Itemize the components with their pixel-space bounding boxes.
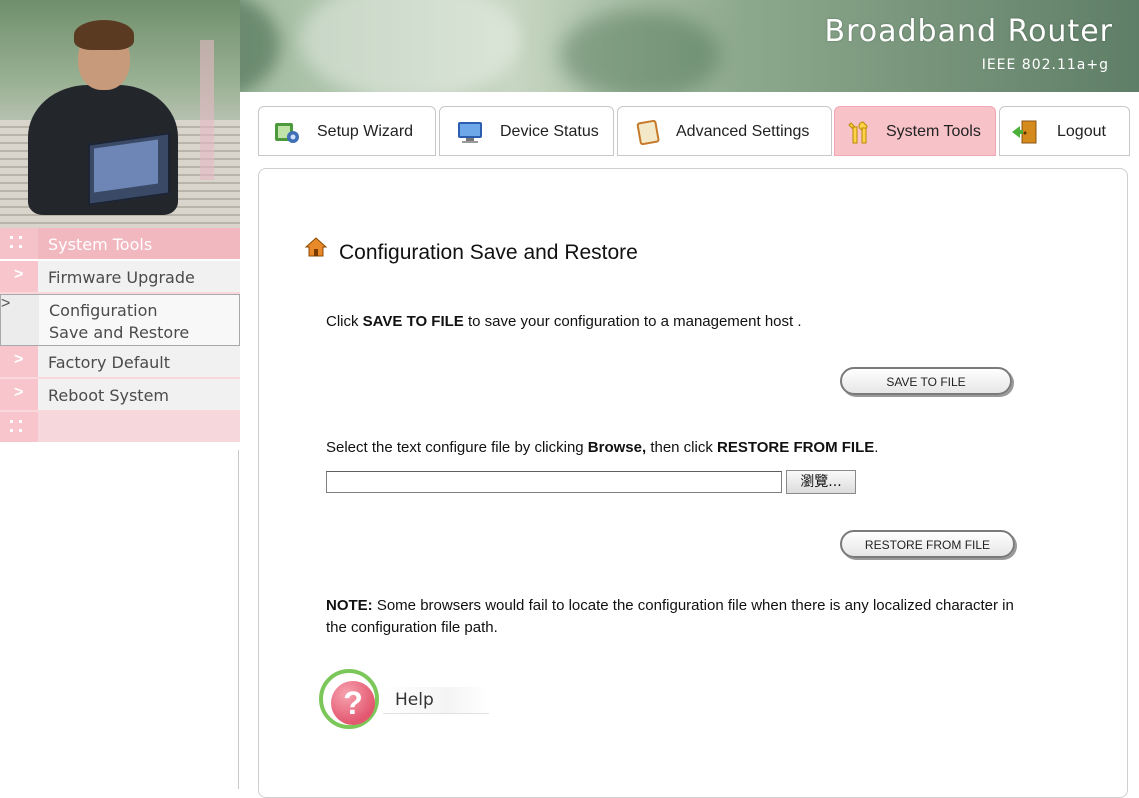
- note-text: NOTE: Some browsers would fail to locate…: [326, 595, 1016, 639]
- dots-icon: [10, 420, 26, 434]
- save-instruction-bold: SAVE TO FILE: [362, 313, 464, 330]
- sidebar-item-reboot-system[interactable]: > Reboot System: [0, 379, 240, 412]
- question-mark-icon: ?: [343, 685, 363, 721]
- tools-icon: [848, 121, 868, 144]
- tab-logout[interactable]: Logout: [999, 106, 1130, 156]
- photo-laptop-screen: [94, 139, 158, 193]
- sidebar-section-header: System Tools: [0, 228, 240, 261]
- restore-instruction-pre: Select the text configure file by clicki…: [326, 439, 588, 456]
- page-title: Configuration Save and Restore: [339, 241, 638, 264]
- tab-label: Logout: [1057, 123, 1106, 140]
- sidebar-marker: [0, 228, 38, 259]
- door-exit-icon: [1012, 120, 1037, 144]
- help-button[interactable]: ? Help: [319, 669, 489, 735]
- save-instruction-post: to save your configuration to a manageme…: [463, 313, 802, 330]
- help-label: Help: [395, 690, 434, 710]
- config-file-input[interactable]: [326, 471, 782, 493]
- monitor-icon: [458, 122, 482, 143]
- sidebar-footer: [0, 412, 240, 444]
- sidebar-item-label-line1: Configuration: [49, 301, 158, 320]
- sidebar-section-title: System Tools: [48, 235, 153, 254]
- save-instruction: Click SAVE TO FILE to save your configur…: [326, 313, 802, 330]
- banner-decoration: [560, 10, 720, 92]
- chevron-right-icon: >: [1, 295, 11, 312]
- chevron-right-icon: >: [14, 266, 24, 283]
- note-body: Some browsers would fail to locate the c…: [326, 597, 1014, 636]
- restore-instruction-bold-browse: Browse,: [587, 439, 647, 456]
- restore-instruction-post: .: [874, 439, 879, 456]
- restore-instruction-bold-restore: RESTORE FROM FILE: [717, 439, 875, 456]
- note-label: NOTE:: [326, 597, 373, 614]
- main-tabs: Setup Wizard Device Status Advanced Sett…: [258, 106, 1130, 158]
- sidebar-item-firmware-upgrade[interactable]: > Firmware Upgrade: [0, 261, 240, 294]
- chevron-right-icon: >: [14, 351, 24, 368]
- tab-device-status[interactable]: Device Status: [439, 106, 614, 156]
- sidebar-item-label-line2: Save and Restore: [49, 323, 190, 342]
- sidebar-divider: [238, 450, 239, 789]
- sidebar-marker: >: [1, 295, 39, 345]
- tab-system-tools[interactable]: System Tools: [834, 106, 996, 156]
- restore-instruction: Select the text configure file by clicki…: [326, 439, 878, 456]
- setup-wizard-icon: [275, 123, 299, 143]
- restore-instruction-mid: then click: [646, 439, 718, 456]
- photo-pillar: [200, 40, 214, 180]
- save-instruction-pre: Click: [326, 313, 363, 330]
- sidebar-item-factory-default[interactable]: > Factory Default: [0, 346, 240, 379]
- sidebar-item-configuration-save-restore[interactable]: > Configuration Save and Restore: [0, 294, 240, 346]
- notebook-icon: [636, 119, 660, 145]
- chevron-right-icon: >: [14, 384, 24, 401]
- tab-advanced-settings[interactable]: Advanced Settings: [617, 106, 832, 156]
- photo-person-hair: [74, 20, 134, 50]
- help-icon-inner: ?: [331, 681, 375, 725]
- sidebar-item-label: Reboot System: [48, 386, 169, 405]
- tab-label: System Tools: [886, 123, 981, 140]
- browse-button[interactable]: 瀏覽...: [786, 470, 856, 494]
- sidebar-marker: >: [0, 346, 38, 377]
- sidebar-marker: >: [0, 261, 38, 292]
- save-to-file-button[interactable]: SAVE TO FILE: [840, 367, 1012, 395]
- tab-setup-wizard[interactable]: Setup Wizard: [258, 106, 436, 156]
- sidebar-item-label: Configuration Save and Restore: [49, 300, 189, 344]
- home-icon: [304, 237, 328, 257]
- sidebar-item-label: Firmware Upgrade: [48, 268, 195, 287]
- help-icon: ?: [319, 669, 379, 729]
- tab-label: Advanced Settings: [676, 123, 810, 140]
- banner-decoration: [300, 0, 520, 92]
- brand-title: Broadband Router: [824, 14, 1113, 49]
- restore-from-file-button[interactable]: RESTORE FROM FILE: [840, 530, 1015, 558]
- header-photo: [0, 0, 240, 228]
- tab-label: Setup Wizard: [317, 123, 414, 140]
- sidebar: System Tools > Firmware Upgrade > Config…: [0, 228, 240, 444]
- sidebar-item-label: Factory Default: [48, 353, 170, 372]
- tab-label: Device Status: [500, 123, 599, 140]
- dots-icon: [10, 236, 26, 250]
- brand-subtitle: IEEE 802.11a+g: [981, 57, 1109, 73]
- sidebar-marker: [0, 412, 38, 442]
- sidebar-marker: >: [0, 379, 38, 410]
